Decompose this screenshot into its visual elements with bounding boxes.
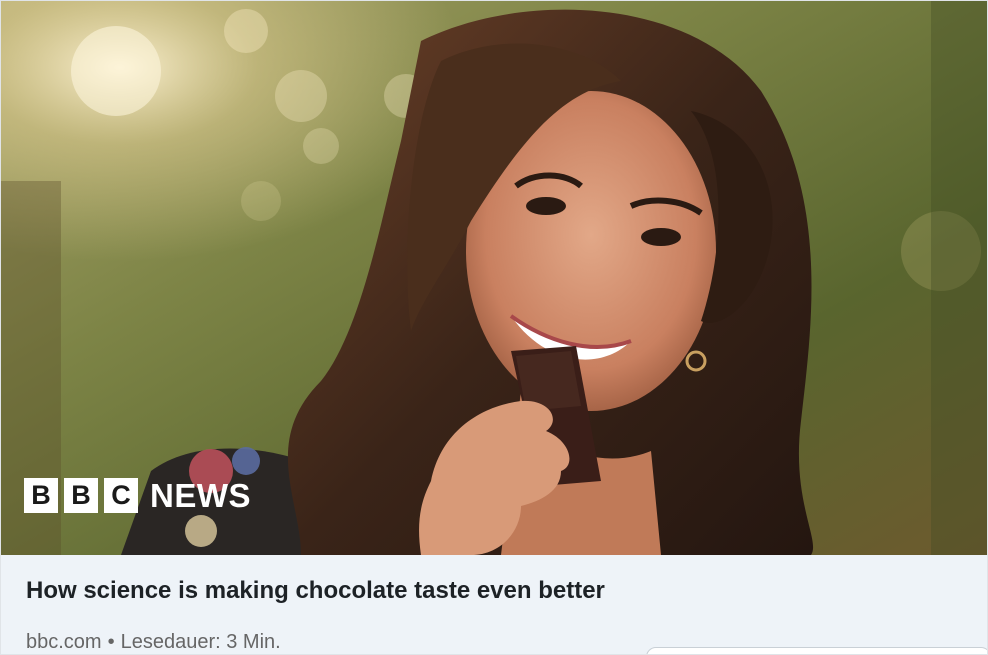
- bbc-news-logo: B B C NEWS: [24, 477, 251, 514]
- meta-separator: •: [107, 631, 115, 653]
- article-meta[interactable]: How science is making chocolate taste ev…: [1, 555, 987, 654]
- article-source-line: bbc.com • Lesedauer: 3 Min.: [26, 631, 281, 654]
- bbc-logo-block-1: B: [24, 478, 58, 513]
- link-preview-card[interactable]: B B C NEWS How science is making chocola…: [0, 0, 988, 655]
- bbc-logo-block-3: C: [104, 478, 138, 513]
- article-title[interactable]: How science is making chocolate taste ev…: [26, 577, 605, 605]
- overlapping-panel-edge: [646, 647, 987, 654]
- bbc-logo-block-2: B: [64, 478, 98, 513]
- reading-time: Lesedauer: 3 Min.: [120, 631, 281, 653]
- bbc-logo-news-word: NEWS: [150, 477, 251, 514]
- article-source: bbc.com: [26, 631, 102, 653]
- thumbnail-photo: [1, 1, 987, 555]
- article-thumbnail[interactable]: B B C NEWS: [1, 1, 987, 555]
